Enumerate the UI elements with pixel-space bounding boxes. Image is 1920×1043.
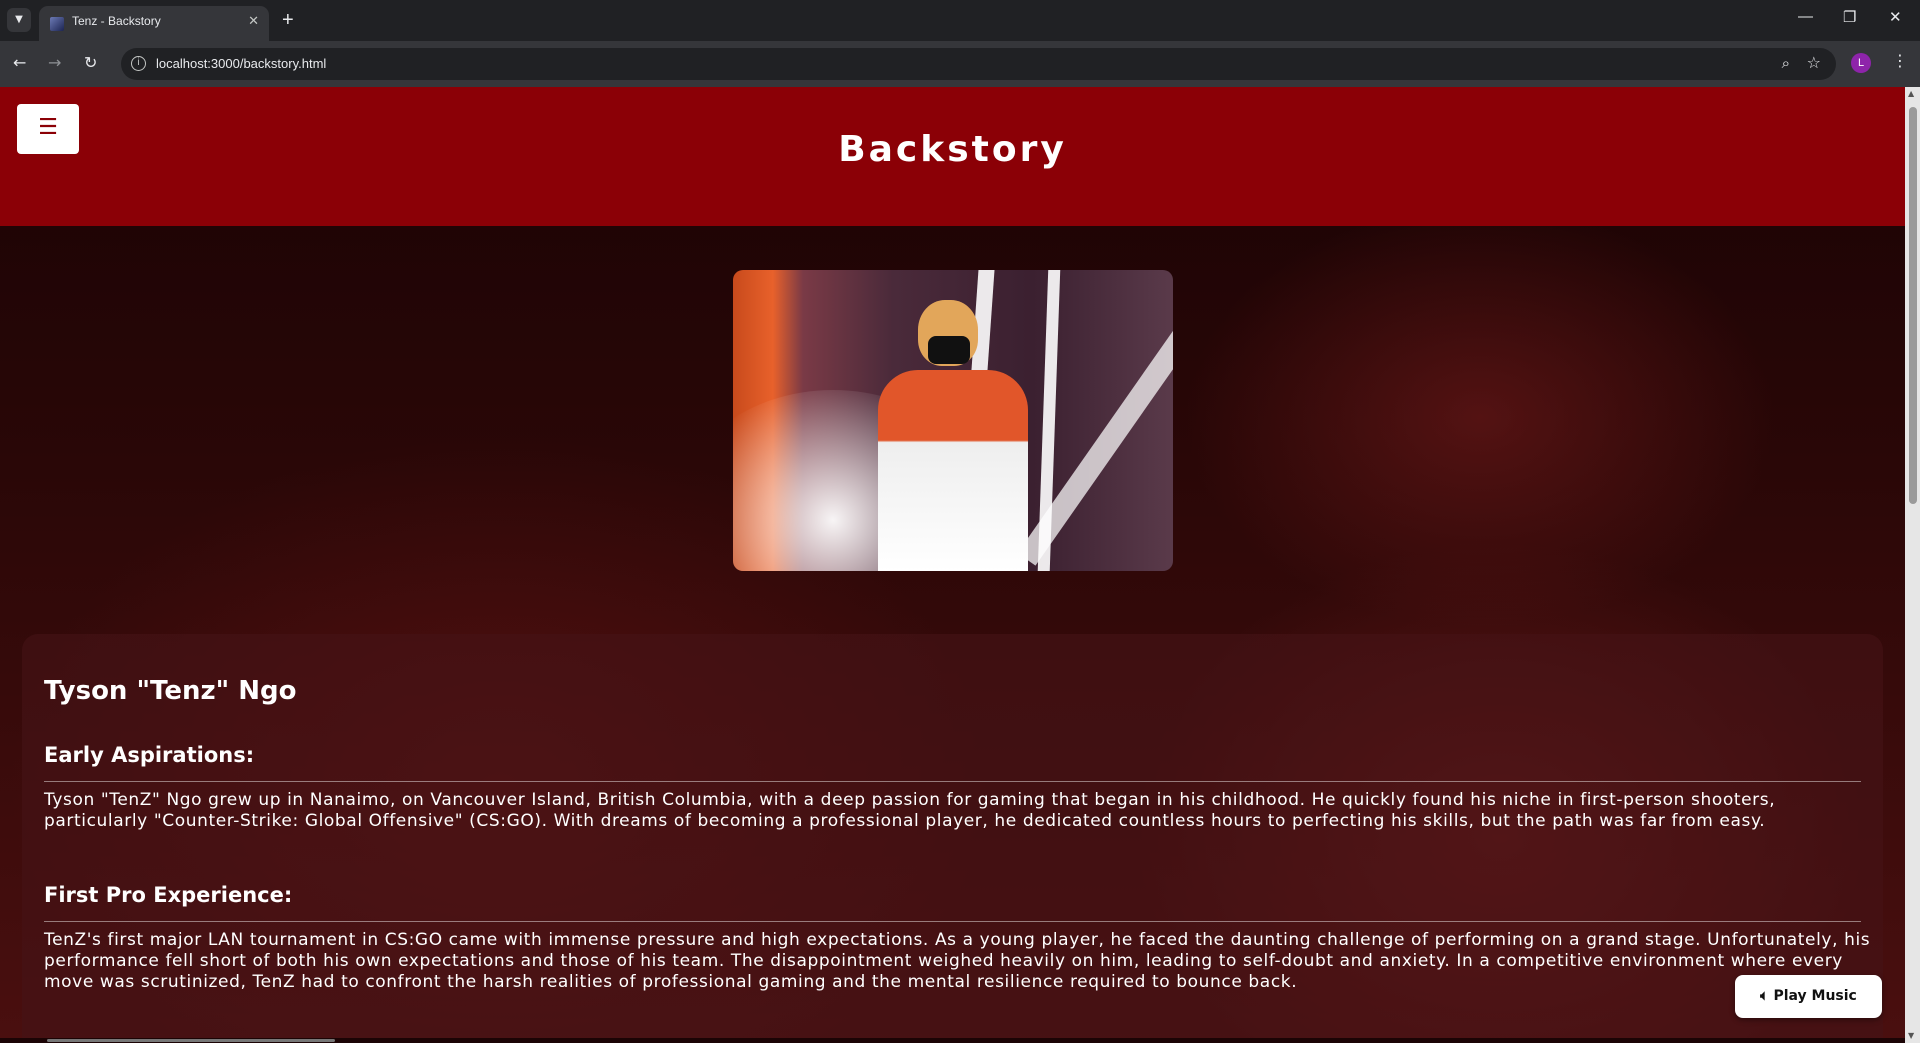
favicon-icon — [50, 17, 64, 31]
profile-avatar[interactable]: L — [1851, 53, 1871, 73]
vertical-scrollbar[interactable]: ▲ ▼ — [1905, 87, 1920, 1043]
forward-icon[interactable]: → — [48, 53, 61, 72]
section-text: TenZ's first major LAN tournament in CS:… — [44, 930, 1871, 992]
player-mask — [928, 336, 970, 364]
info-icon[interactable]: i — [131, 56, 146, 71]
page-header: ☰ Backstory — [0, 87, 1905, 226]
reload-icon[interactable]: ↻ — [84, 53, 97, 72]
chevron-down-icon: ▼ — [15, 14, 23, 25]
scrollbar-thumb[interactable] — [1909, 107, 1917, 504]
person-name: Tyson "Tenz" Ngo — [44, 676, 297, 706]
back-icon[interactable]: ← — [13, 53, 26, 72]
page-title: Backstory — [838, 129, 1067, 170]
minimize-icon[interactable]: — — [1798, 8, 1813, 25]
plus-icon[interactable]: + — [282, 8, 294, 32]
browser-tab[interactable]: Tenz - Backstory ✕ — [39, 6, 269, 41]
play-music-button[interactable]: 🔈︎ Play Music — [1735, 975, 1882, 1018]
star-icon[interactable]: ☆ — [1807, 53, 1821, 72]
close-icon[interactable]: ✕ — [248, 13, 259, 29]
horizontal-scrollbar-thumb[interactable] — [47, 1039, 335, 1042]
speaker-icon: 🔈︎ — [1760, 988, 1769, 1004]
section-heading: Early Aspirations: — [44, 743, 255, 767]
tab-title: Tenz - Backstory — [72, 14, 161, 28]
page-viewport: ☰ Backstory Tyson "Tenz" Ngo Early Aspir… — [0, 87, 1905, 1043]
section-text: Tyson "TenZ" Ngo grew up in Nanaimo, on … — [44, 790, 1776, 831]
url-text[interactable]: localhost:3000/backstory.html — [156, 56, 326, 71]
section-divider — [44, 781, 1861, 782]
kebab-icon[interactable]: ⋮ — [1892, 51, 1908, 70]
browser-toolbar: ← → ↻ i localhost:3000/backstory.html ⌕ … — [0, 41, 1920, 87]
play-music-label: Play Music — [1773, 988, 1857, 1004]
scroll-down-icon[interactable]: ▼ — [1908, 1031, 1914, 1040]
horizontal-scrollbar[interactable] — [0, 1038, 1905, 1043]
window-close-icon[interactable]: ✕ — [1889, 8, 1902, 26]
light-beam — [1017, 274, 1173, 566]
address-bar[interactable]: i localhost:3000/backstory.html ⌕ ☆ — [121, 48, 1836, 80]
browser-tabstrip: ▼ Tenz - Backstory ✕ + — ❐ ✕ — [0, 0, 1920, 41]
scroll-up-icon[interactable]: ▲ — [1908, 89, 1914, 98]
player-figure — [878, 300, 1028, 571]
restore-icon[interactable]: ❐ — [1843, 8, 1856, 26]
zoom-icon[interactable]: ⌕ — [1782, 54, 1790, 72]
backstory-card: Tyson "Tenz" Ngo Early Aspirations: Tyso… — [22, 634, 1883, 1043]
player-photo — [733, 270, 1173, 571]
tab-search-button[interactable]: ▼ — [7, 8, 31, 32]
section-heading: First Pro Experience: — [44, 883, 293, 907]
player-jacket — [878, 370, 1028, 571]
section-divider — [44, 921, 1861, 922]
